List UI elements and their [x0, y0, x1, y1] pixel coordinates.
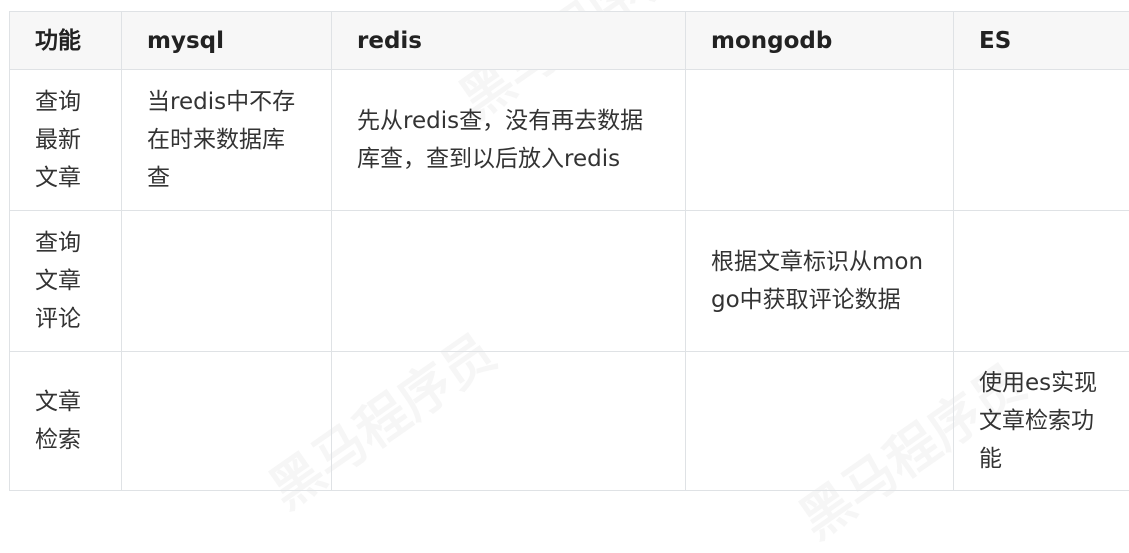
es-cell — [954, 70, 1129, 211]
cell-text: 根据文章标识从mongo中获取评论数据 — [711, 243, 928, 319]
cell-text: 当redis中不存在时来数据库查 — [147, 83, 306, 197]
table-row: 查询文章评论 根据文章标识从mongo中获取评论数据 — [10, 211, 1129, 352]
feature-cell: 文章检索 — [10, 352, 122, 491]
header-feature: 功能 — [10, 12, 122, 70]
cell-text: 查询最新文章 — [35, 83, 96, 197]
feature-cell: 查询最新文章 — [10, 70, 122, 211]
es-cell: 使用es实现文章检索功能 — [954, 352, 1129, 491]
table-header-row: 功能 mysql redis mongodb ES — [10, 12, 1129, 70]
header-mysql: mysql — [122, 12, 332, 70]
mysql-cell — [122, 352, 332, 491]
redis-cell — [332, 352, 686, 491]
cell-text: 使用es实现文章检索功能 — [979, 364, 1107, 478]
redis-cell: 先从redis查，没有再去数据库查，查到以后放入redis — [332, 70, 686, 211]
header-redis: redis — [332, 12, 686, 70]
cell-text: 查询文章评论 — [35, 224, 96, 338]
cell-text: 先从redis查，没有再去数据库查，查到以后放入redis — [357, 102, 660, 178]
es-cell — [954, 211, 1129, 352]
mysql-cell: 当redis中不存在时来数据库查 — [122, 70, 332, 211]
mongodb-cell — [686, 352, 954, 491]
header-es: ES — [954, 12, 1129, 70]
header-mongodb: mongodb — [686, 12, 954, 70]
feature-cell: 查询文章评论 — [10, 211, 122, 352]
mongodb-cell — [686, 70, 954, 211]
mongodb-cell: 根据文章标识从mongo中获取评论数据 — [686, 211, 954, 352]
table-row: 查询最新文章 当redis中不存在时来数据库查 先从redis查，没有再去数据库… — [10, 70, 1129, 211]
comparison-table: 功能 mysql redis mongodb ES 查询最新文章 当redis中… — [9, 11, 1129, 491]
redis-cell — [332, 211, 686, 352]
cell-text: 文章检索 — [35, 383, 96, 459]
mysql-cell — [122, 211, 332, 352]
table-row: 文章检索 使用es实现文章检索功能 — [10, 352, 1129, 491]
